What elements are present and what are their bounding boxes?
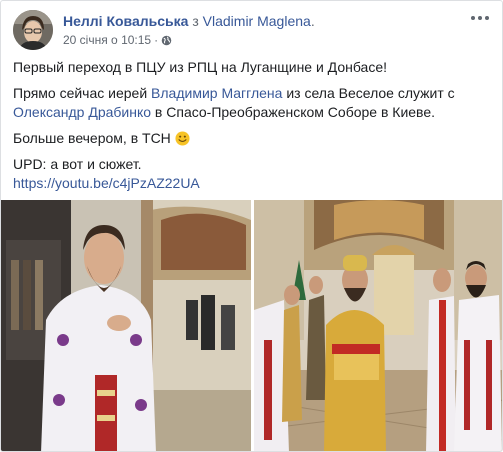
smile-emoji: [175, 131, 190, 146]
post-line-evening: Больше вечером, в ТСН: [13, 129, 493, 148]
more-options-icon[interactable]: [468, 11, 492, 25]
text-fragment: из села Веселое служит с: [282, 85, 455, 101]
text-fragment: UPD: а вот и сюжет.: [13, 156, 142, 172]
author-name-link[interactable]: Неллі Ковальська: [63, 13, 188, 29]
youtube-link[interactable]: https://youtu.be/c4jPzAZ22UA: [13, 175, 200, 191]
facebook-post: Неллі Ковальська з Vladimir Maglena. 20 …: [0, 0, 503, 452]
tagged-person-link[interactable]: Vladimir Maglena: [203, 13, 311, 29]
post-meta: 20 січня о 10:15 ·: [63, 32, 172, 48]
with-word: з: [188, 13, 203, 29]
post-line-headline: Первый переход в ПЦУ из РПЦ на Луганщине…: [13, 59, 388, 75]
post-byline: Неллі Ковальська з Vladimir Maglena.: [63, 12, 315, 30]
globe-icon[interactable]: [161, 35, 172, 46]
cathedral-service-photo[interactable]: [254, 200, 502, 451]
cathedral-service-image: [254, 200, 502, 451]
dot-icon: [485, 16, 489, 20]
post-body: Первый переход в ПЦУ из РПЦ на Луганщине…: [13, 58, 493, 200]
dot-icon: [471, 16, 475, 20]
post-line-url: https://youtu.be/c4jPzAZ22UA: [13, 174, 493, 193]
dot-icon: [478, 16, 482, 20]
byline-period: .: [310, 13, 315, 29]
post-line-service: Прямо сейчас иерей Владимир Магглена из …: [13, 84, 493, 122]
mention-link-priest[interactable]: Владимир Магглена: [151, 85, 282, 101]
text-fragment: Прямо сейчас иерей: [13, 85, 152, 101]
post-header: Неллі Ковальська з Vladimir Maglena. 20 …: [13, 10, 483, 52]
post-line-update: UPD: а вот и сюжет.: [13, 155, 493, 174]
text-fragment: Больше вечером, в ТСН: [13, 130, 175, 146]
photo-grid: [1, 200, 502, 451]
post-timestamp[interactable]: 20 січня о 10:15: [63, 32, 151, 48]
priest-portrait-photo[interactable]: [1, 200, 251, 451]
priest-portrait-image: [1, 200, 251, 451]
mention-link-metropolitan[interactable]: Олександр Драбинко: [13, 104, 151, 120]
avatar-image: [13, 10, 53, 50]
text-fragment: в Спасо-Преображенском Соборе в Киеве.: [151, 104, 436, 120]
author-avatar[interactable]: [13, 10, 53, 50]
meta-separator: ·: [154, 33, 159, 47]
